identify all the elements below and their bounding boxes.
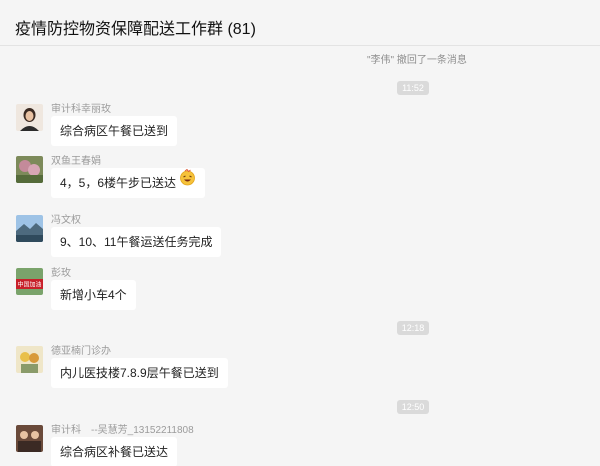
avatar[interactable] xyxy=(16,425,43,452)
message-bubble[interactable]: 综合病区午餐已送到 xyxy=(51,116,178,146)
message-bubble[interactable]: 4，5，6楼午步已送达 xyxy=(51,167,206,198)
laughing-face-emoji-icon xyxy=(179,167,196,197)
sender-name: 审计科幸丽玫 xyxy=(51,104,111,115)
timestamp: 12:18 xyxy=(397,321,429,335)
timestamp: 12:50 xyxy=(397,400,429,414)
sender-name: 彭玫 xyxy=(51,268,71,279)
chat-header: 疫情防控物资保障配送工作群 (81) xyxy=(0,0,600,46)
sender-name: 双鱼王春娟 xyxy=(51,156,101,167)
avatar-caption: 中国加油 xyxy=(17,281,41,289)
sender-name: 冯文权 xyxy=(51,215,81,226)
message-bubble[interactable]: 新增小车4个 xyxy=(51,280,136,310)
avatar[interactable]: 中国加油 xyxy=(16,268,43,295)
sender-name: 审计科 --吴慧芳_13152211808 xyxy=(51,425,194,436)
recall-notice: "李伟" 撤回了一条消息 xyxy=(367,55,467,66)
message-bubble[interactable]: 内儿医技楼7.8.9层午餐已送到 xyxy=(51,358,228,388)
avatar[interactable] xyxy=(16,104,43,131)
timestamp: 11:52 xyxy=(397,81,429,95)
avatar[interactable] xyxy=(16,215,43,242)
sender-name: 德亚楠门诊办 xyxy=(51,346,111,357)
message-bubble[interactable]: 9、10、11午餐运送任务完成 xyxy=(51,227,222,257)
message-text: 4，5，6楼午步已送达 xyxy=(60,176,177,190)
avatar[interactable] xyxy=(16,156,43,183)
avatar[interactable] xyxy=(16,346,43,373)
chat-title: 疫情防控物资保障配送工作群 (81) xyxy=(15,21,256,38)
message-bubble[interactable]: 综合病区补餐已送达 xyxy=(51,437,178,466)
